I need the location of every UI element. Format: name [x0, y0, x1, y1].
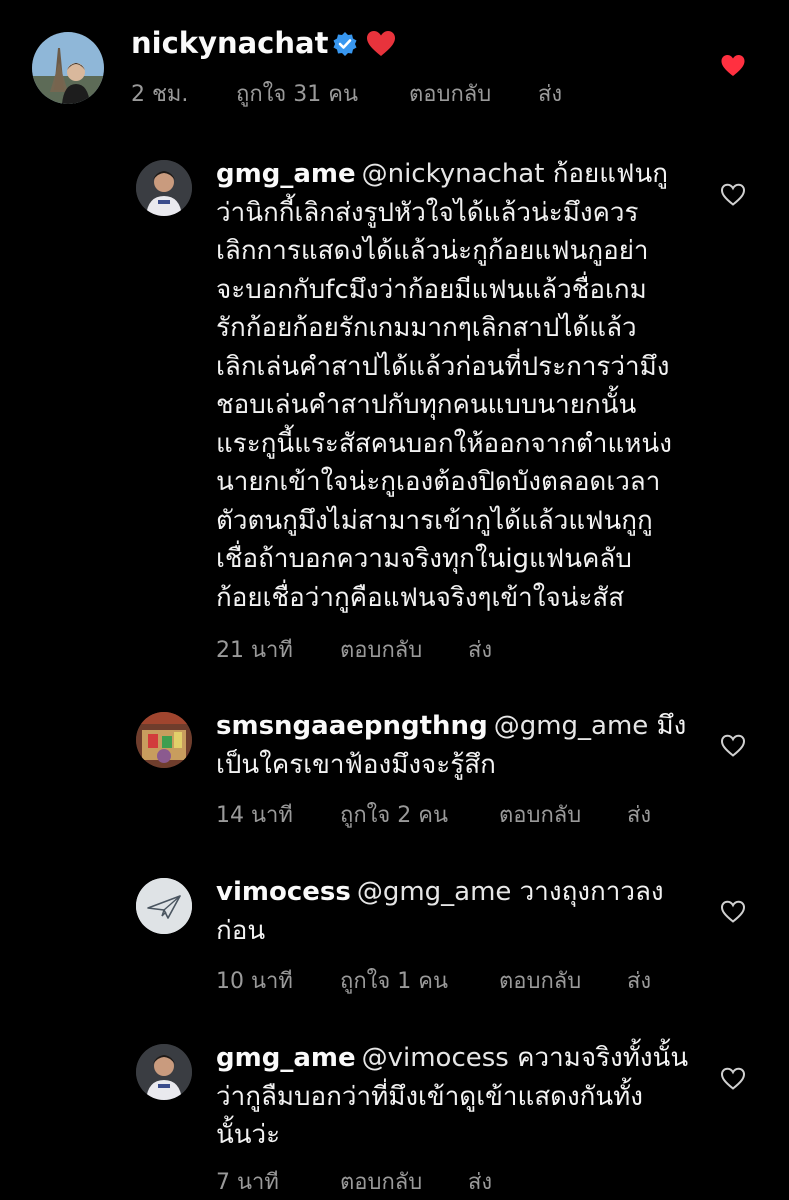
verified-badge-icon [332, 31, 358, 57]
comment-text-line: นั้นว่ะ [216, 1120, 281, 1150]
comment-text-line: ตัวตนกูมึงไม่สามารเข้ากูได้แล้วแฟนกูกู [216, 505, 653, 536]
comment-text-line: เชื่อถ้าบอกความจริงทุกในigแฟนคลับ [216, 544, 632, 574]
comment-text-line: ก่อน [216, 915, 266, 946]
heart-filled-icon [721, 55, 745, 76]
comment-time: 2 ชม. [131, 82, 189, 107]
send-button[interactable]: ส่ง [468, 632, 492, 667]
red-heart-emoji [366, 30, 396, 58]
comment-text-line: รักก้อยก้อยรักเกมมากๆเลิกสาปได้แล้ว [216, 313, 637, 343]
comment-text-line: แระกูนี้แระสัสคนบอกให้ออกจากตำแหน่ง [216, 428, 672, 459]
mention-link[interactable]: @vimocess [362, 1043, 509, 1073]
like-count[interactable]: ถูกใจ 1 คน [340, 963, 492, 998]
comment-meta: 10 นาที ถูกใจ 1 คน ตอบกลับ ส่ง [216, 963, 651, 998]
comment-text-line: จะบอกกับfcมึงว่าก้อยมีแฟนแล้วชื่อเกม [216, 274, 647, 305]
like-count[interactable]: ถูกใจ 2 คน [340, 797, 492, 832]
comment-text-line: ชอบเล่นคำสาปกับทุกคนแบบนายกนั้น [216, 390, 637, 420]
username[interactable]: gmg_ame [216, 1043, 356, 1073]
comment-text-line: นายกเข้าใจน่ะกูเองต้องปิดบังตลอดเวลา [216, 467, 661, 497]
avatar-photo [32, 32, 104, 104]
comment-time: 21 นาที [216, 638, 293, 663]
reply-comment: gmg_ame @nickynachat ก้อยแฟนกู ว่านิกกี้เ… [0, 150, 789, 670]
reply-button[interactable]: ตอบกลับ [340, 632, 461, 667]
reply-comment: vimocess @gmg_ame วางถุงกาวลง ก่อน 10 นาท… [0, 866, 789, 1006]
comment-body: vimocess @gmg_ame วางถุงกาวลง ก่อน [216, 873, 664, 950]
avatar[interactable] [136, 712, 192, 768]
heart-outline-icon [720, 1067, 746, 1090]
comment-meta: 7 นาที ตอบกลับ ส่ง [216, 1164, 492, 1199]
comment-text-line: เลิกการแสดงได้แล้วน่ะกูก้อยแฟนกูอย่า [216, 236, 649, 266]
username[interactable]: gmg_ame [216, 159, 356, 189]
like-count[interactable]: ถูกใจ 31 คน [236, 76, 402, 111]
avatar[interactable] [136, 1044, 192, 1100]
comment-time: 10 นาที [216, 969, 293, 994]
avatar-photo [136, 712, 192, 768]
mention-link[interactable]: @gmg_ame [357, 877, 512, 907]
reply-button[interactable]: ตอบกลับ [340, 1164, 461, 1199]
username[interactable]: nickynachat [131, 26, 328, 60]
reply-button[interactable]: ตอบกลับ [409, 76, 531, 111]
comment-time: 14 นาที [216, 803, 293, 828]
like-button[interactable] [720, 899, 746, 925]
comment-nickynachat: nickynachat 2 ชม. ถูกใจ 31 คน ตอบกลับ ส่… [0, 0, 789, 130]
send-button[interactable]: ส่ง [627, 797, 651, 832]
username-line: nickynachat [131, 26, 396, 60]
reply-button[interactable]: ตอบกลับ [499, 963, 620, 998]
reply-comment: gmg_ame @vimocess ความจริงทั้งนั้น ว่ากูล… [0, 1034, 789, 1200]
comment-text-line: ว่ากูลืมบอกว่าที่มึงเข้าดูเข้าแสดงกันทั้… [216, 1081, 644, 1112]
heart-outline-icon [720, 183, 746, 206]
comment-meta: 2 ชม. ถูกใจ 31 คน ตอบกลับ ส่ง [131, 76, 562, 111]
send-button[interactable]: ส่ง [538, 76, 562, 111]
avatar[interactable] [136, 160, 192, 216]
comment-meta: 21 นาที ตอบกลับ ส่ง [216, 632, 492, 667]
paper-plane-avatar-icon [136, 878, 192, 934]
username[interactable]: smsngaaepngthng [216, 711, 488, 741]
comment-time: 7 นาที [216, 1170, 279, 1195]
comment-text-line: ความจริงทั้งนั้น [517, 1043, 689, 1073]
comment-text-line: ก้อยแฟนกู [552, 159, 668, 189]
comment-text-line: เลิกเล่นคำสาปได้แล้วก่อนที่ประการว่ามึง [216, 351, 670, 382]
avatar[interactable] [136, 878, 192, 934]
like-button[interactable] [720, 1066, 746, 1092]
comment-body: gmg_ame @nickynachat ก้อยแฟนกู ว่านิกกี้เ… [216, 155, 672, 617]
comment-text-line: ก้อยเชื่อว่ากูคือแฟนจริงๆเข้าใจน่ะสัส [216, 582, 625, 613]
reply-button[interactable]: ตอบกลับ [499, 797, 620, 832]
avatar-photo [136, 160, 192, 216]
send-button[interactable]: ส่ง [627, 963, 651, 998]
like-button[interactable] [720, 182, 746, 208]
send-button[interactable]: ส่ง [468, 1164, 492, 1199]
username[interactable]: vimocess [216, 877, 351, 907]
comment-body: smsngaaepngthng @gmg_ame มึง เป็นใครเขาฟ้… [216, 707, 686, 784]
comment-body: gmg_ame @vimocess ความจริงทั้งนั้น ว่ากูล… [216, 1039, 688, 1155]
comment-text-line: เป็นใครเขาฟ้องมึงจะรู้สึก [216, 749, 496, 780]
reply-comment: smsngaaepngthng @gmg_ame มึง เป็นใครเขาฟ้… [0, 700, 789, 840]
heart-outline-icon [720, 734, 746, 757]
like-button[interactable] [720, 53, 746, 79]
heart-outline-icon [720, 900, 746, 923]
mention-link[interactable]: @gmg_ame [494, 711, 649, 741]
avatar-photo [136, 1044, 192, 1100]
avatar[interactable] [32, 32, 104, 104]
comment-text-line: ว่านิกกี้เลิกส่งรูปหัวใจได้แล้วน่ะมึงควร [216, 197, 639, 228]
comment-text-line: วางถุงกาวลง [519, 877, 664, 907]
comment-text-line: มึง [656, 711, 687, 741]
like-button[interactable] [720, 733, 746, 759]
mention-link[interactable]: @nickynachat [362, 159, 545, 189]
comment-meta: 14 นาที ถูกใจ 2 คน ตอบกลับ ส่ง [216, 797, 651, 832]
